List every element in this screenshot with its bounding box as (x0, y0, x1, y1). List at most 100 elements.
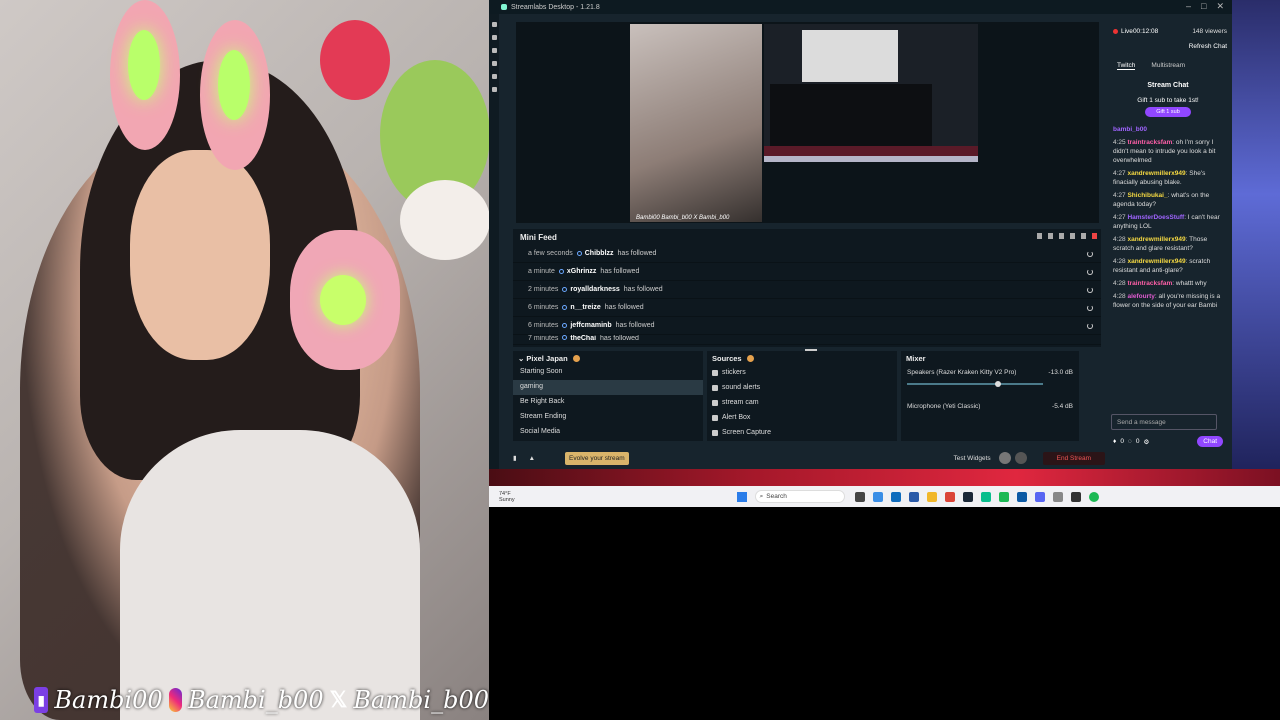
folder-icon (712, 414, 718, 421)
filter-icon[interactable] (1048, 233, 1053, 239)
tab-twitch[interactable]: Twitch (1117, 62, 1136, 70)
steam-icon[interactable] (962, 491, 973, 502)
task-view-icon[interactable] (854, 491, 865, 502)
chat-message: 4:27 HamsterDoesStuff: I can't hear anyt… (1113, 214, 1220, 230)
social-overlay: ▮ Bambi00 Bambi_b00 𝕏 Bambi_b00 (0, 680, 489, 720)
nav-highlighter-icon[interactable] (491, 87, 497, 92)
plush-red (320, 20, 390, 100)
source-item[interactable]: stickers (707, 365, 897, 380)
gift-sub-button[interactable]: Gift 1 sub (1145, 107, 1191, 117)
end-stream-button[interactable]: End Stream (1042, 451, 1105, 465)
nav-editor-icon[interactable] (491, 35, 497, 40)
nav-apps-icon[interactable] (491, 61, 497, 66)
points-icon[interactable]: ◌ (1128, 438, 1132, 445)
skip-icon[interactable] (1070, 233, 1075, 239)
mini-feed-title: Mini Feed (520, 232, 557, 242)
chat-panel: Live 00:12:08 148 viewers Refresh Chat Tw… (1109, 22, 1227, 462)
camera-icon[interactable] (1052, 491, 1063, 502)
chat-message: 4:25 traintracksfam: oh I'm sorry I didn… (1113, 139, 1216, 164)
instagram-handle: Bambi_b00 (187, 686, 324, 714)
webcam-feed: ▮ Bambi00 Bambi_b00 𝕏 Bambi_b00 (0, 0, 489, 720)
stream-preview[interactable]: Bambi00 Bambi_b00 X Bambi_b00 (516, 22, 1099, 223)
preview-webcam (630, 24, 762, 222)
nav-dashboard-icon[interactable] (491, 22, 497, 27)
add-scene-icon[interactable] (572, 354, 580, 362)
close-button[interactable]: ✕ (1216, 1, 1224, 12)
replay-icon[interactable] (1087, 268, 1093, 275)
replay-icon[interactable] (1087, 304, 1093, 311)
outlook-icon[interactable] (890, 491, 901, 502)
source-item[interactable]: Alert Box (707, 410, 897, 425)
gear-icon[interactable]: ⚙ (1143, 438, 1149, 446)
pause-icon[interactable] (1059, 233, 1064, 239)
replay-icon[interactable] (1087, 322, 1093, 329)
nav-themes-icon[interactable] (491, 48, 497, 53)
maximize-button[interactable]: □ (1201, 1, 1206, 12)
chat-send-button[interactable]: Chat (1197, 436, 1223, 447)
shield-icon[interactable] (1037, 233, 1042, 239)
spotify-icon[interactable] (998, 491, 1009, 502)
source-item[interactable]: sound alerts (707, 380, 897, 395)
mute-icon[interactable] (1092, 233, 1097, 239)
chat-message: 4:28 xandrewmillerx949: scratch resistan… (1113, 258, 1211, 274)
chevron-down-icon[interactable]: ⌄ (518, 354, 526, 363)
source-item[interactable]: Screen Capture (707, 425, 897, 440)
taskbar-apps (854, 491, 1099, 502)
chat-actions: ♦ 0 ◌ 0 ⚙ Chat (1113, 436, 1223, 447)
alert-icon[interactable]: ▲ (529, 455, 535, 462)
tab-multistream[interactable]: Multistream (1151, 62, 1185, 70)
chat-tabs: Twitch Multistream (1109, 62, 1227, 70)
volume-slider[interactable] (907, 381, 1043, 387)
settings-icon[interactable] (1081, 233, 1086, 239)
feed-row: 2 minutes royalldarkness has followed (513, 281, 1101, 299)
scene-item[interactable]: Starting Soon (513, 365, 703, 380)
mini-feed-controls (1037, 233, 1097, 239)
replay-icon[interactable] (1087, 250, 1093, 257)
sources-title: Sources (712, 353, 742, 363)
copilot-icon[interactable] (872, 491, 883, 502)
windows-taskbar: 74°F Sunny ⌕ Search (489, 486, 1280, 507)
x-handle: Bambi_b00 (353, 686, 489, 714)
live-dot-icon (1113, 29, 1118, 34)
replay-icon[interactable] (1087, 286, 1093, 293)
background-art (1232, 0, 1280, 486)
nav-studio-icon[interactable] (491, 74, 497, 79)
twitch-icon (558, 269, 564, 274)
bits-icon[interactable]: ♦ (1113, 438, 1116, 445)
scene-collection-title[interactable]: Pixel Japan (526, 354, 567, 363)
chrome-icon[interactable] (944, 491, 955, 502)
replay-buffer-button[interactable] (1014, 452, 1027, 464)
record-button[interactable] (998, 452, 1011, 464)
app-icon[interactable] (1070, 491, 1081, 502)
scene-item[interactable]: Social Media (513, 425, 703, 440)
source-item[interactable]: stream cam (707, 395, 897, 410)
window-title: Streamlabs Desktop - 1.21.8 (511, 3, 600, 11)
chat-message: 4:28 xandrewmillerx949: Those scratch an… (1113, 236, 1208, 252)
test-widgets-button[interactable]: Test Widgets (953, 455, 990, 462)
start-icon[interactable] (736, 491, 747, 502)
add-source-icon[interactable] (746, 354, 754, 362)
chat-message: 4:27 xandrewmillerx949: She's finacially… (1113, 170, 1206, 186)
stats-icon[interactable]: ▮ (513, 454, 517, 462)
refresh-chat-button[interactable]: Refresh Chat (1109, 43, 1227, 50)
streamlabs-window: Streamlabs Desktop - 1.21.8 – □ ✕ Bambi0… (489, 0, 1232, 469)
scene-item[interactable]: Be Right Back (513, 395, 703, 410)
feed-row: a few seconds Chibblzz has followed (513, 245, 1101, 263)
scene-item[interactable]: Stream Ending (513, 410, 703, 425)
streamlabs-icon[interactable] (980, 491, 991, 502)
chat-input[interactable]: Send a message (1111, 414, 1217, 430)
scene-item[interactable]: gaming (513, 380, 703, 395)
evolve-button[interactable]: Evolve your stream (565, 451, 629, 465)
twitch-icon (562, 305, 568, 310)
discord-icon[interactable] (1034, 491, 1045, 502)
preview-caption: Bambi00 Bambi_b00 X Bambi_b00 (636, 215, 730, 221)
desktop-wallpaper (489, 469, 1280, 486)
weather-widget[interactable]: 74°F Sunny (489, 491, 515, 503)
taskbar-search[interactable]: ⌕ Search (754, 490, 845, 503)
file-explorer-icon[interactable] (926, 491, 937, 502)
minimize-button[interactable]: – (1186, 1, 1191, 12)
music-icon[interactable] (1088, 491, 1099, 502)
edge-icon[interactable] (1016, 491, 1027, 502)
stream-chat-title: Stream Chat (1147, 82, 1189, 89)
store-icon[interactable] (908, 491, 919, 502)
